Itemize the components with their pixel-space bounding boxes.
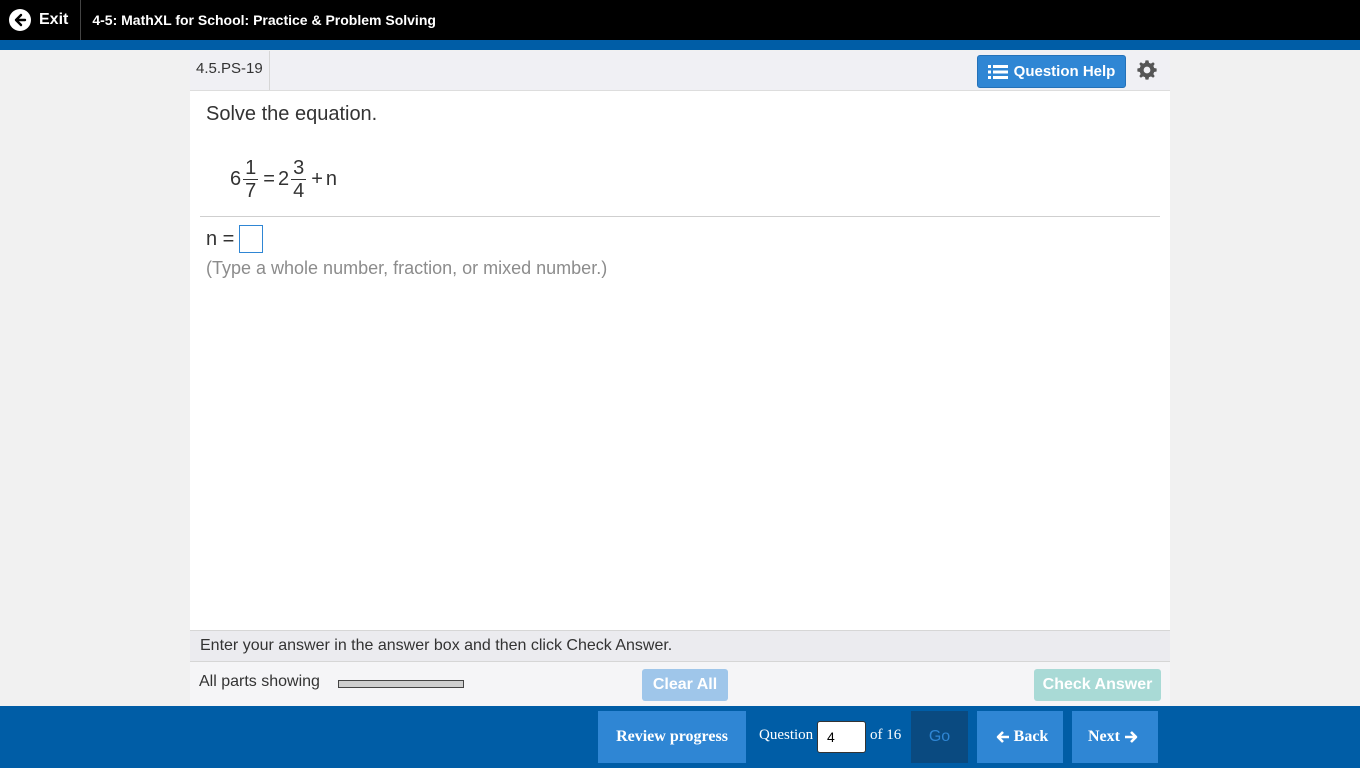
question-nav-label: Question bbox=[759, 727, 814, 743]
left-whole-number: 6 bbox=[230, 167, 242, 190]
left-fraction: 1 7 bbox=[243, 156, 259, 202]
assignment-title: 4-5: MathXL for School: Practice & Probl… bbox=[92, 12, 436, 28]
back-button[interactable]: Back bbox=[977, 711, 1063, 763]
equals-sign: = bbox=[263, 167, 275, 190]
question-help-button[interactable]: Question Help bbox=[977, 55, 1126, 88]
next-button[interactable]: Next bbox=[1072, 711, 1158, 763]
left-numerator: 1 bbox=[243, 156, 259, 180]
question-header: 4.5.PS-19 Question Help bbox=[190, 51, 1170, 91]
question-panel: 4.5.PS-19 Question Help Solve the equati… bbox=[190, 51, 1170, 706]
question-id: 4.5.PS-19 bbox=[190, 51, 270, 90]
right-numerator: 3 bbox=[291, 156, 307, 180]
question-total-label: of 16 bbox=[870, 727, 902, 743]
header-strip bbox=[0, 40, 1360, 50]
status-message: Enter your answer in the answer box and … bbox=[190, 630, 1170, 662]
back-label: Back bbox=[1013, 728, 1049, 745]
question-number-input[interactable] bbox=[817, 721, 866, 753]
check-answer-button[interactable]: Check Answer bbox=[1034, 669, 1161, 701]
next-label: Next bbox=[1088, 728, 1120, 745]
parts-progress-fill bbox=[339, 681, 463, 687]
question-help-label: Question Help bbox=[1013, 63, 1116, 80]
go-button[interactable]: Go bbox=[911, 711, 968, 763]
arrow-left-icon bbox=[996, 731, 1009, 743]
action-bar: All parts showing Clear All Check Answer bbox=[190, 662, 1170, 706]
answer-label: n = bbox=[206, 227, 235, 250]
answer-input[interactable] bbox=[239, 225, 264, 253]
plus-sign: + bbox=[311, 167, 323, 190]
right-denominator: 4 bbox=[293, 179, 305, 202]
right-whole-number: 2 bbox=[277, 167, 290, 190]
left-denominator: 7 bbox=[245, 179, 257, 202]
go-label: Go bbox=[928, 728, 951, 745]
answer-hint: (Type a whole number, fraction, or mixed… bbox=[206, 258, 608, 278]
review-progress-label: Review progress bbox=[616, 728, 728, 745]
equation: 6 1 7 = 2 3 4 + n bbox=[230, 151, 337, 207]
divider bbox=[200, 216, 1160, 217]
parts-showing-label: All parts showing bbox=[199, 673, 320, 690]
arrow-left-circle-icon bbox=[9, 9, 31, 31]
review-progress-button[interactable]: Review progress bbox=[598, 711, 746, 763]
answer-row: n = bbox=[206, 225, 264, 253]
clear-all-button[interactable]: Clear All bbox=[642, 669, 728, 701]
parts-progress-bar bbox=[338, 680, 464, 688]
exit-button[interactable]: Exit bbox=[0, 0, 82, 40]
question-instruction: Solve the equation. bbox=[206, 103, 378, 125]
variable: n bbox=[325, 167, 337, 190]
exit-label: Exit bbox=[39, 11, 69, 28]
bottom-nav-bar: Review progress Question of 16 Go Back N… bbox=[0, 706, 1360, 768]
top-bar: Exit 4-5: MathXL for School: Practice & … bbox=[0, 0, 1360, 40]
list-icon bbox=[987, 64, 1008, 79]
right-fraction: 3 4 bbox=[291, 156, 307, 202]
arrow-right-icon bbox=[1124, 731, 1138, 743]
gear-icon[interactable] bbox=[1136, 59, 1158, 81]
